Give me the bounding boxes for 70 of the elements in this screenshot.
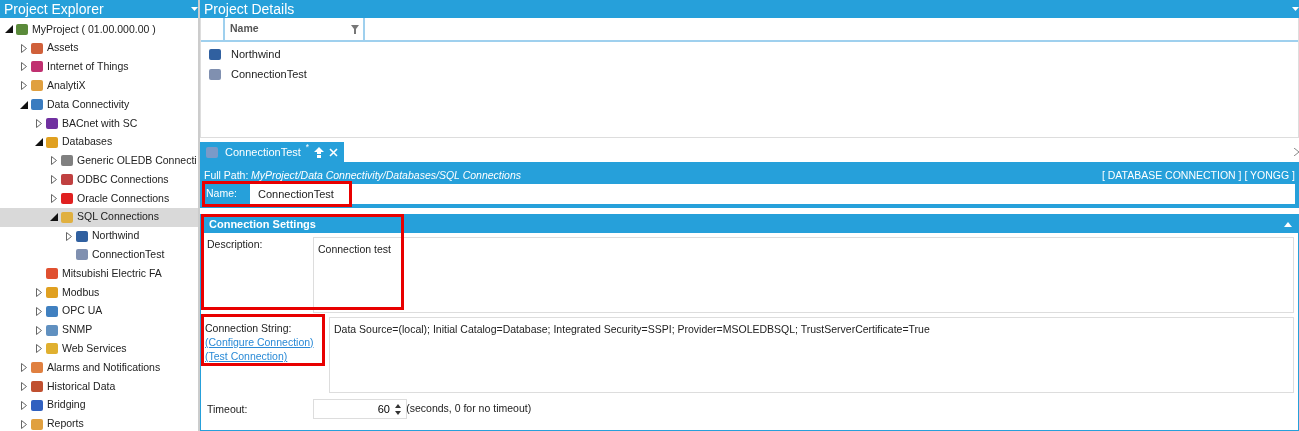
panel-title: Project Explorer xyxy=(4,0,104,18)
filter-icon[interactable] xyxy=(351,24,359,34)
field-label: Name: xyxy=(205,186,238,202)
section-title: Connection Settings xyxy=(209,216,316,232)
dropdown-icon[interactable] xyxy=(1292,7,1299,11)
panel-title: Project Details xyxy=(204,0,295,18)
path-value: MyProject/Data Connectivity/Databases/SQL Connections xyxy=(251,169,521,182)
tree-item[interactable]: Assets xyxy=(0,38,198,58)
pin-icon[interactable] xyxy=(314,146,325,158)
tree-item[interactable]: ConnectionTest xyxy=(0,245,198,265)
connection-string-field[interactable]: Data Source=(local); Initial Catalog=Database; Integrated Security=SSPI; Provider=MSOLEDBSQL; TrustServerCertificate=True xyxy=(329,317,1294,393)
tree-item[interactable]: Mitsubishi Electric FA xyxy=(0,264,198,284)
tree-item[interactable]: Modbus xyxy=(0,283,198,302)
close-icon[interactable] xyxy=(329,147,339,157)
hint-text: (seconds, 0 for no timeout) xyxy=(406,401,532,417)
tree-item[interactable]: Alarms and Notifications xyxy=(0,358,198,378)
tree-item[interactable]: AnalytiX xyxy=(0,76,198,96)
path-label: Full Path: xyxy=(204,169,249,182)
expand-arrow-icon[interactable] xyxy=(35,344,42,354)
collapse-caret-icon[interactable] xyxy=(1284,221,1292,227)
tree-item[interactable]: Databases xyxy=(0,132,198,152)
expand-arrow-icon[interactable] xyxy=(65,231,72,241)
collapse-arrow-icon[interactable] xyxy=(19,100,28,109)
expand-arrow-icon[interactable] xyxy=(20,419,27,429)
field-label: Description: xyxy=(207,237,264,252)
expand-arrow-icon[interactable] xyxy=(20,363,27,373)
expand-arrow-icon[interactable] xyxy=(35,118,42,128)
expand-arrow-icon[interactable] xyxy=(35,306,42,316)
field-label: Timeout: xyxy=(207,402,249,416)
expand-arrow-icon[interactable] xyxy=(20,43,27,53)
tree-item[interactable]: Northwind xyxy=(0,226,198,246)
tree-item[interactable]: BACnet with SC xyxy=(0,114,198,133)
timeout-field[interactable]: 60 xyxy=(313,399,407,419)
tree-item[interactable]: Data Connectivity xyxy=(0,95,198,114)
collapse-arrow-icon[interactable] xyxy=(34,138,43,147)
field-label: Connection String: xyxy=(205,321,293,335)
column-title: Name xyxy=(230,21,259,37)
tree-item[interactable]: OPC UA xyxy=(0,301,198,321)
tree-item[interactable]: ODBC Connections xyxy=(0,170,198,190)
name-field[interactable]: ConnectionTest xyxy=(250,184,1295,204)
expand-arrow-icon[interactable] xyxy=(20,400,27,410)
tree-item[interactable]: SNMP xyxy=(0,320,198,340)
column-header[interactable]: Name xyxy=(225,18,365,40)
tree-item[interactable]: Historical Data xyxy=(0,377,198,396)
expand-arrow-icon[interactable] xyxy=(35,325,42,335)
object-tags: [ DATABASE CONNECTION ] [ YONGG ] xyxy=(1101,168,1295,184)
link[interactable]: (Configure Connection) xyxy=(205,335,314,349)
grid-cell[interactable]: Northwind xyxy=(231,45,281,63)
chevron-right-icon[interactable] xyxy=(1294,148,1299,156)
expand-arrow-icon[interactable] xyxy=(50,194,57,204)
tree-item[interactable]: Reports xyxy=(0,414,198,431)
tree-item[interactable]: SQL Connections xyxy=(0,207,198,227)
collapse-arrow-icon[interactable] xyxy=(49,213,58,222)
tree-item[interactable]: Web Services xyxy=(0,339,198,359)
tree-item[interactable]: MyProject ( 01.00.000.00 ) xyxy=(0,20,198,39)
expand-arrow-icon[interactable] xyxy=(20,382,27,392)
description-field[interactable]: Connection test xyxy=(313,237,1294,313)
tree-item[interactable]: Generic OLEDB Connecti xyxy=(0,151,198,171)
expand-arrow-icon[interactable] xyxy=(50,156,57,166)
collapse-arrow-icon[interactable] xyxy=(4,25,13,34)
tree-item[interactable]: Bridging xyxy=(0,395,198,415)
expand-arrow-icon[interactable] xyxy=(20,81,27,91)
link[interactable]: (Test Connection) xyxy=(205,349,288,363)
expand-arrow-icon[interactable] xyxy=(50,175,57,185)
tree-item[interactable]: Oracle Connections xyxy=(0,189,198,208)
tree-item[interactable]: Internet of Things xyxy=(0,57,198,77)
expand-arrow-icon[interactable] xyxy=(35,288,42,298)
expand-arrow-icon[interactable] xyxy=(20,62,27,72)
dropdown-icon[interactable] xyxy=(191,7,198,11)
grid-cell[interactable]: ConnectionTest xyxy=(231,65,307,83)
